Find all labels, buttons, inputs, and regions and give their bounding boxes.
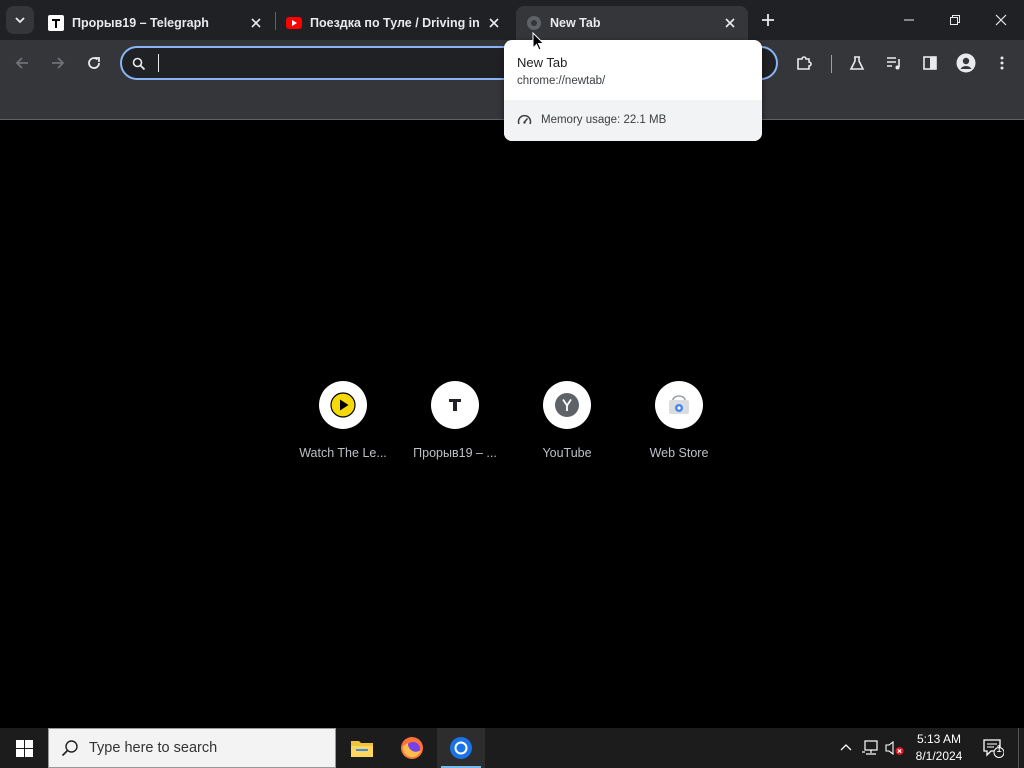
puzzle-icon xyxy=(797,56,812,70)
tab-title: Прорыв19 – Telegraph xyxy=(72,16,209,30)
close-icon[interactable] xyxy=(722,15,738,31)
volume-muted-icon xyxy=(885,740,904,756)
tab-telegraph[interactable]: Прорыв19 – Telegraph xyxy=(38,6,274,40)
taskbar-file-explorer[interactable] xyxy=(338,728,386,768)
taskbar-clock[interactable]: 5:13 AM 8/1/2024 xyxy=(908,731,970,765)
notification-center-button[interactable]: 1 xyxy=(980,736,1006,760)
volume-button[interactable] xyxy=(885,738,905,758)
close-icon[interactable] xyxy=(486,15,502,31)
menu-button[interactable] xyxy=(988,49,1016,77)
tray-overflow-button[interactable] xyxy=(836,738,856,758)
tab-hover-card: New Tab chrome://newtab/ Memory usage: 2… xyxy=(504,40,762,141)
restore-icon xyxy=(950,15,960,25)
tab-new-tab[interactable]: New Tab xyxy=(516,6,748,40)
taskbar-search-placeholder: Type here to search xyxy=(89,740,218,756)
shortcut-icon-container xyxy=(543,381,591,429)
notification-count: 1 xyxy=(996,744,1002,755)
shortcut-tile[interactable]: YouTube xyxy=(511,381,623,473)
play-icon xyxy=(330,392,356,418)
search-icon xyxy=(132,57,146,71)
telegraph-icon xyxy=(449,399,461,411)
clock-date: 8/1/2024 xyxy=(915,749,963,763)
side-panel-button[interactable] xyxy=(916,49,944,77)
tab-strip: Прорыв19 – Telegraph Поездка по Туле / D… xyxy=(0,0,1024,40)
plus-icon xyxy=(762,14,774,26)
profile-button[interactable] xyxy=(952,49,980,77)
network-icon xyxy=(862,740,878,755)
chevron-down-icon xyxy=(15,17,25,24)
reload-icon xyxy=(88,57,100,69)
shortcut-label: Web Store xyxy=(649,446,709,460)
taskbar-chrome[interactable] xyxy=(437,728,485,768)
web-store-icon xyxy=(669,395,689,414)
hover-card-url: chrome://newtab/ xyxy=(517,75,606,87)
forward-button[interactable] xyxy=(44,49,72,77)
shortcut-tile[interactable]: Web Store xyxy=(623,381,735,473)
minimize-button[interactable] xyxy=(886,0,932,40)
telegraph-icon xyxy=(48,15,64,31)
extensions-button[interactable] xyxy=(790,49,818,77)
shortcut-icon-container xyxy=(431,381,479,429)
flask-icon xyxy=(849,56,865,70)
chrome-icon xyxy=(526,15,542,31)
windows-logo-icon xyxy=(15,739,33,757)
arrow-right-icon xyxy=(52,57,65,69)
arrow-left-icon xyxy=(15,57,28,69)
labs-button[interactable] xyxy=(843,49,871,77)
shortcut-icon-container xyxy=(319,381,367,429)
tab-youtube[interactable]: Поездка по Туле / Driving in Tula xyxy=(276,6,512,40)
new-tab-page: Watch The Le... Прорыв19 – ... YouTube W… xyxy=(0,121,1024,728)
speedometer-icon xyxy=(517,114,532,125)
close-icon xyxy=(995,14,1007,26)
close-window-button[interactable] xyxy=(978,0,1024,40)
letter-y-icon xyxy=(555,393,579,417)
hover-card-title: New Tab xyxy=(517,55,568,70)
tab-search-button[interactable] xyxy=(6,6,34,34)
shortcut-label: YouTube xyxy=(542,446,592,460)
more-vert-icon xyxy=(1000,56,1004,70)
tab-title: Поездка по Туле / Driving in Tula xyxy=(310,16,480,30)
start-button[interactable] xyxy=(0,728,48,768)
taskbar: Type here to search 5:13 AM 8/1/2024 1 xyxy=(0,728,1024,768)
media-controls-button[interactable] xyxy=(880,49,908,77)
back-button[interactable] xyxy=(8,49,36,77)
avatar-icon xyxy=(956,53,976,73)
taskbar-search-box[interactable]: Type here to search xyxy=(48,728,336,768)
youtube-icon xyxy=(286,15,302,31)
memory-usage: Memory usage: 22.1 MB xyxy=(541,114,667,126)
close-icon[interactable] xyxy=(248,15,264,31)
shortcut-label: Watch The Le... xyxy=(299,446,387,460)
toolbar-divider xyxy=(831,55,832,73)
shortcut-label: Прорыв19 – ... xyxy=(413,446,497,460)
shortcut-tile[interactable]: Прорыв19 – ... xyxy=(399,381,511,473)
minimize-icon xyxy=(904,19,914,21)
search-icon xyxy=(61,740,78,757)
clock-time: 5:13 AM xyxy=(916,732,962,746)
text-caret xyxy=(158,54,159,72)
chrome-icon xyxy=(450,737,472,759)
taskbar-firefox[interactable] xyxy=(388,728,436,768)
shortcut-tile[interactable]: Watch The Le... xyxy=(287,381,399,473)
chevron-up-icon xyxy=(840,744,852,751)
restore-button[interactable] xyxy=(932,0,978,40)
shortcut-icon-container xyxy=(655,381,703,429)
music-queue-icon xyxy=(887,57,900,70)
show-desktop-button[interactable] xyxy=(1018,728,1024,768)
reload-button[interactable] xyxy=(80,49,108,77)
firefox-icon xyxy=(401,737,423,759)
hover-card-footer: Memory usage: 22.1 MB xyxy=(504,100,762,141)
side-panel-icon xyxy=(923,56,937,70)
network-button[interactable] xyxy=(861,738,881,758)
mouse-cursor-icon xyxy=(532,32,545,51)
folder-icon xyxy=(351,741,373,757)
tab-title: New Tab xyxy=(550,16,601,30)
new-tab-button[interactable] xyxy=(754,6,782,34)
